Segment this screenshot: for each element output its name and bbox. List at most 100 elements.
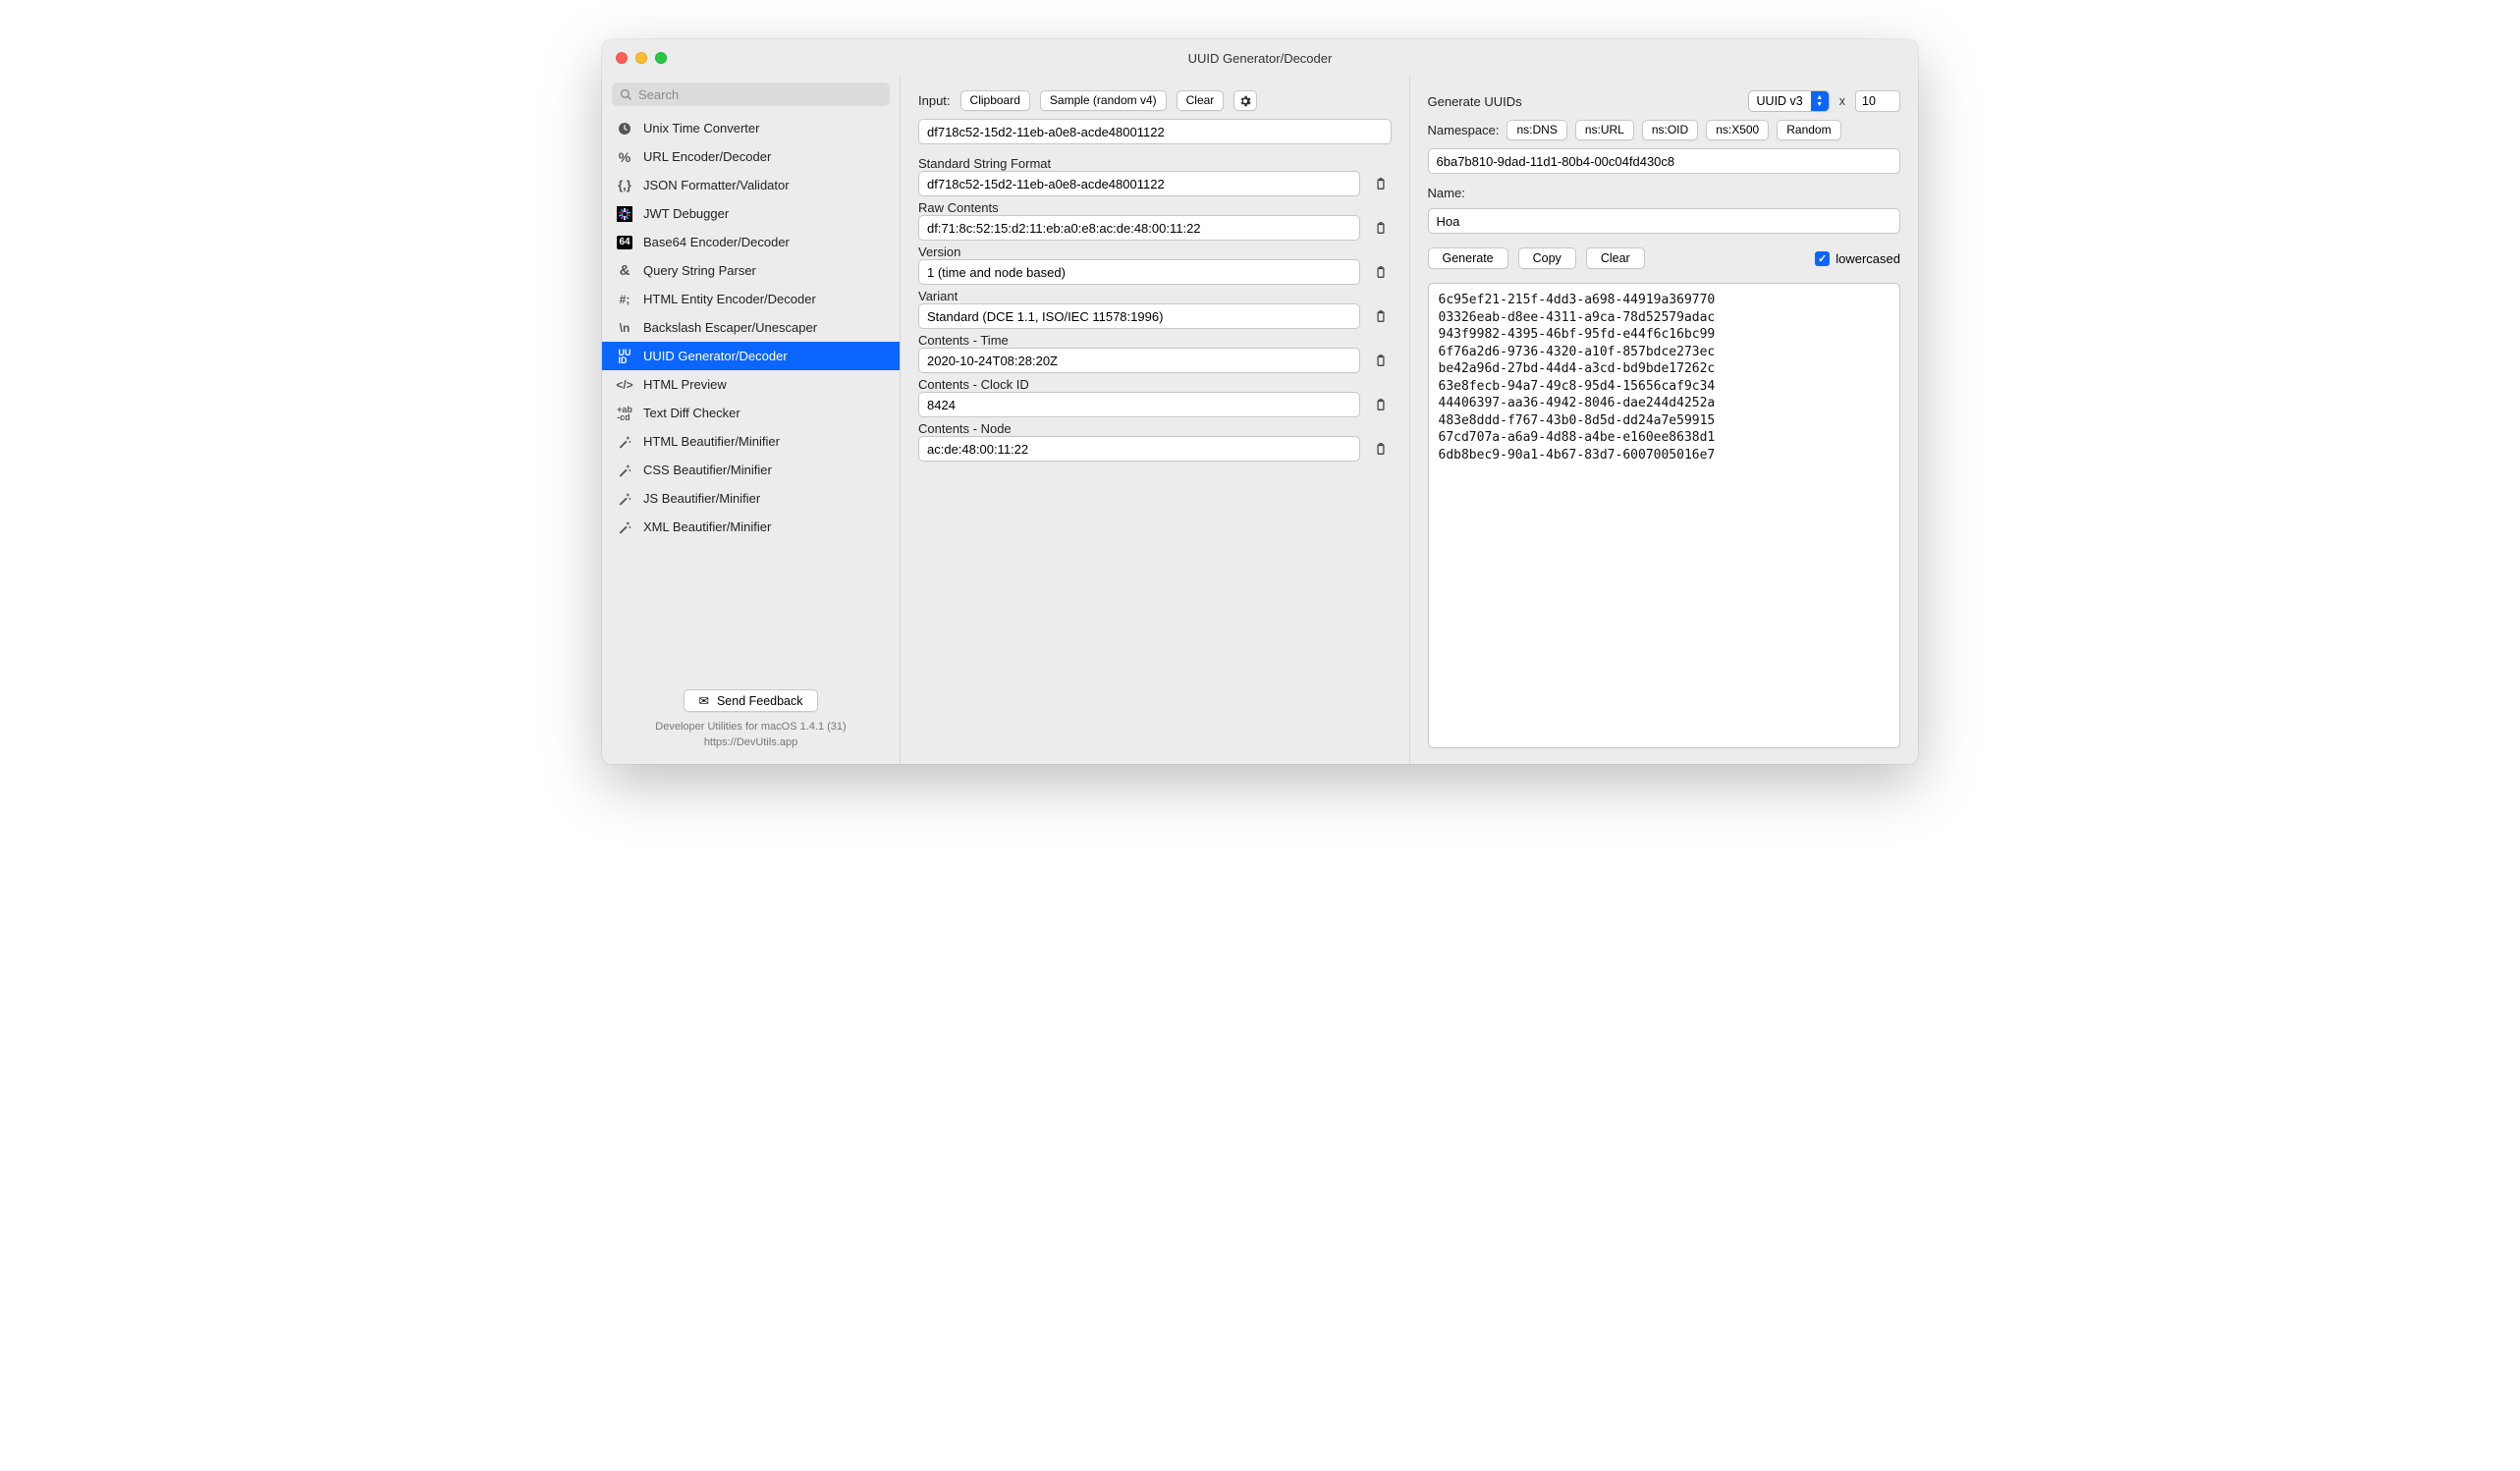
namespace-preset-random[interactable]: Random <box>1777 120 1840 140</box>
copy-field-button[interactable] <box>1370 217 1392 239</box>
sample-button[interactable]: Sample (random v4) <box>1040 90 1167 111</box>
sidebar: Unix Time Converter%URL Encoder/Decoder{… <box>602 77 901 764</box>
window-title: UUID Generator/Decoder <box>602 51 1918 66</box>
decoded-field-label: Contents - Node <box>918 421 1392 436</box>
decoded-field-label: Variant <box>918 289 1392 303</box>
decoded-field-value[interactable] <box>918 303 1360 329</box>
sidebar-item-uuid-generator-decoder[interactable]: UUIDUUID Generator/Decoder <box>602 342 900 370</box>
decoded-field-row <box>918 392 1392 417</box>
wand-icon <box>616 490 633 508</box>
stepper-arrows-icon: ▲▼ <box>1811 91 1829 111</box>
sidebar-item-label: HTML Entity Encoder/Decoder <box>643 292 816 306</box>
decoded-field-value[interactable] <box>918 215 1360 241</box>
sidebar-item-json-formatter-validator[interactable]: {,}JSON Formatter/Validator <box>602 171 900 199</box>
minimize-window-button[interactable] <box>635 52 647 64</box>
clipboard-icon <box>1374 309 1388 323</box>
sidebar-item-label: HTML Preview <box>643 377 727 392</box>
namespace-preset-ns-dns[interactable]: ns:DNS <box>1507 120 1566 140</box>
braces-icon: {,} <box>616 177 633 194</box>
gear-icon <box>1238 94 1252 108</box>
copy-field-button[interactable] <box>1370 438 1392 460</box>
clear-output-button[interactable]: Clear <box>1586 247 1645 269</box>
decoder-panel: Input: Clipboard Sample (random v4) Clea… <box>901 77 1410 764</box>
decoded-field-row <box>918 259 1392 285</box>
sidebar-item-unix-time-converter[interactable]: Unix Time Converter <box>602 114 900 142</box>
search-input[interactable] <box>638 87 882 102</box>
count-input[interactable] <box>1855 90 1900 112</box>
decoded-field-label: Raw Contents <box>918 200 1392 215</box>
sidebar-item-xml-beautifier-minifier[interactable]: XML Beautifier/Minifier <box>602 513 900 541</box>
clipboard-button[interactable]: Clipboard <box>960 90 1030 111</box>
sidebar-item-label: Base64 Encoder/Decoder <box>643 235 790 249</box>
name-input[interactable] <box>1428 208 1901 234</box>
search-field[interactable] <box>612 82 890 106</box>
decoded-field-value[interactable] <box>918 171 1360 196</box>
app-version-text: Developer Utilities for macOS 1.4.1 (31) <box>612 720 890 735</box>
decoded-field-label: Standard String Format <box>918 156 1392 171</box>
bslash-icon: \n <box>616 319 633 337</box>
app-url-text: https://DevUtils.app <box>612 736 890 750</box>
namespace-preset-ns-x500[interactable]: ns:X500 <box>1706 120 1769 140</box>
namespace-input[interactable] <box>1428 148 1901 174</box>
decoded-field-value[interactable] <box>918 259 1360 285</box>
clipboard-icon <box>1374 177 1388 191</box>
sidebar-item-text-diff-checker[interactable]: +ab-cd Text Diff Checker <box>602 399 900 427</box>
diff-icon: +ab-cd <box>616 405 633 422</box>
generator-header: Generate UUIDs UUID v3 ▲▼ x <box>1428 90 1901 112</box>
search-wrap <box>602 77 900 112</box>
sidebar-item-label: Text Diff Checker <box>643 406 740 420</box>
main-content: Input: Clipboard Sample (random v4) Clea… <box>901 77 1918 764</box>
uuid-input-field[interactable] <box>918 119 1392 144</box>
copy-field-button[interactable] <box>1370 261 1392 283</box>
hash-icon: #; <box>616 291 633 308</box>
sidebar-item-base64-encoder-decoder[interactable]: 64Base64 Encoder/Decoder <box>602 228 900 256</box>
sidebar-item-label: XML Beautifier/Minifier <box>643 519 771 534</box>
clear-input-button[interactable]: Clear <box>1177 90 1225 111</box>
decoded-field-value[interactable] <box>918 348 1360 373</box>
multiply-label: x <box>1839 94 1845 108</box>
namespace-preset-ns-url[interactable]: ns:URL <box>1575 120 1634 140</box>
envelope-icon: ✉ <box>698 693 708 708</box>
zoom-window-button[interactable] <box>655 52 667 64</box>
amp-icon: & <box>616 262 633 280</box>
sidebar-item-backslash-escaper-unescaper[interactable]: \nBackslash Escaper/Unescaper <box>602 313 900 342</box>
uuid-output-area[interactable]: 6c95ef21-215f-4dd3-a698-44919a369770 033… <box>1428 283 1901 748</box>
sidebar-item-url-encoder-decoder[interactable]: %URL Encoder/Decoder <box>602 142 900 171</box>
decoded-field-row <box>918 171 1392 196</box>
sidebar-item-js-beautifier-minifier[interactable]: JS Beautifier/Minifier <box>602 484 900 513</box>
namespace-preset-ns-oid[interactable]: ns:OID <box>1642 120 1698 140</box>
copy-field-button[interactable] <box>1370 173 1392 194</box>
copy-field-button[interactable] <box>1370 394 1392 415</box>
sidebar-item-html-beautifier-minifier[interactable]: HTML Beautifier/Minifier <box>602 427 900 456</box>
sidebar-item-css-beautifier-minifier[interactable]: CSS Beautifier/Minifier <box>602 456 900 484</box>
copy-field-button[interactable] <box>1370 350 1392 371</box>
sidebar-item-html-preview[interactable]: </>HTML Preview <box>602 370 900 399</box>
send-feedback-button[interactable]: ✉ Send Feedback <box>684 689 817 712</box>
check-icon: ✓ <box>1815 251 1830 266</box>
clipboard-icon <box>1374 442 1388 456</box>
decoded-field-label: Contents - Clock ID <box>918 377 1392 392</box>
input-label: Input: <box>918 93 951 108</box>
namespace-row: Namespace: ns:DNSns:URLns:OIDns:X500Rand… <box>1428 120 1901 140</box>
decoded-field-value[interactable] <box>918 436 1360 462</box>
generate-button[interactable]: Generate <box>1428 247 1508 269</box>
sidebar-item-label: UUID Generator/Decoder <box>643 349 788 363</box>
decoded-field-row <box>918 436 1392 462</box>
settings-button[interactable] <box>1233 90 1257 111</box>
copy-output-button[interactable]: Copy <box>1518 247 1576 269</box>
sidebar-item-html-entity-encoder-decoder[interactable]: #; HTML Entity Encoder/Decoder <box>602 285 900 313</box>
uuid-version-select[interactable]: UUID v3 ▲▼ <box>1748 90 1830 112</box>
feedback-label: Send Feedback <box>717 694 803 708</box>
generate-title: Generate UUIDs <box>1428 94 1522 109</box>
decoded-field-value[interactable] <box>918 392 1360 417</box>
generator-actions: Generate Copy Clear ✓ lowercased <box>1428 247 1901 269</box>
sidebar-item-query-string-parser[interactable]: &Query String Parser <box>602 256 900 285</box>
copy-field-button[interactable] <box>1370 305 1392 327</box>
lowercased-checkbox[interactable]: ✓ lowercased <box>1815 251 1900 266</box>
sidebar-item-jwt-debugger[interactable]: JWT Debugger <box>602 199 900 228</box>
jwt-icon <box>616 205 633 223</box>
sidebar-item-label: Unix Time Converter <box>643 121 759 136</box>
clipboard-icon <box>1374 398 1388 411</box>
close-window-button[interactable] <box>616 52 628 64</box>
generator-panel: Generate UUIDs UUID v3 ▲▼ x Namespace: n… <box>1410 77 1919 764</box>
